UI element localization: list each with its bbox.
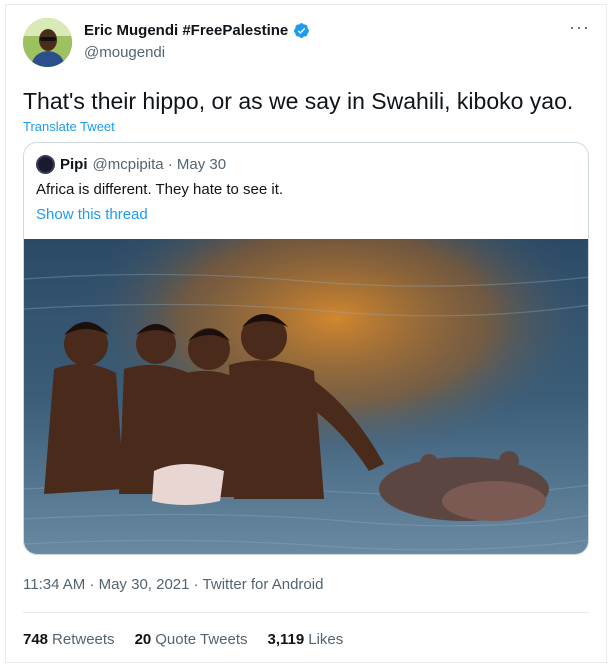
author-name-row: Eric Mugendi #FreePalestine (84, 22, 310, 39)
more-options-icon[interactable]: ··· (569, 17, 590, 38)
quote-tweets-count: 20 (134, 631, 152, 648)
translate-tweet-link[interactable]: Translate Tweet (23, 119, 115, 134)
tweet-text: That's their hippo, or as we say in Swah… (23, 88, 574, 114)
likes-count: 3,119 (267, 631, 305, 648)
quoted-tweet[interactable]: Pipi @mcpipita · May 30 Africa is differ… (23, 142, 589, 555)
quote-tweets-stat[interactable]: 20 Quote Tweets (135, 631, 248, 648)
retweets-stat[interactable]: 748 Retweets (23, 631, 115, 648)
quote-tweets-label: Quote Tweets (155, 631, 248, 648)
quoted-tweet-photo[interactable] (24, 239, 589, 555)
divider (23, 662, 589, 663)
author-name[interactable]: Eric Mugendi #FreePalestine (84, 22, 288, 39)
retweets-label: Retweets (52, 631, 115, 648)
likes-stat[interactable]: 3,119 Likes (268, 631, 344, 648)
quoted-author-avatar (36, 155, 55, 174)
tweet-card: Eric Mugendi #FreePalestine @mougendi ··… (5, 4, 607, 663)
tweet-timestamp[interactable]: 11:34 AM · May 30, 2021 · Twitter for An… (23, 576, 323, 593)
quoted-author-name: Pipi (60, 156, 88, 173)
show-thread-link[interactable]: Show this thread (36, 206, 148, 223)
quoted-tweet-text: Africa is different. They hate to see it… (36, 181, 284, 198)
quoted-tweet-header: Pipi @mcpipita · May 30 (36, 155, 226, 174)
author-handle[interactable]: @mougendi (84, 44, 165, 61)
likes-label: Likes (308, 631, 344, 648)
divider (23, 612, 589, 613)
tweet-stats: 748 Retweets 20 Quote Tweets 3,119 Likes (23, 631, 343, 648)
verified-badge-icon (294, 23, 310, 38)
quoted-author-meta: @mcpipita · May 30 (92, 156, 227, 173)
author-avatar[interactable] (23, 18, 72, 67)
retweets-count: 748 (23, 631, 49, 648)
